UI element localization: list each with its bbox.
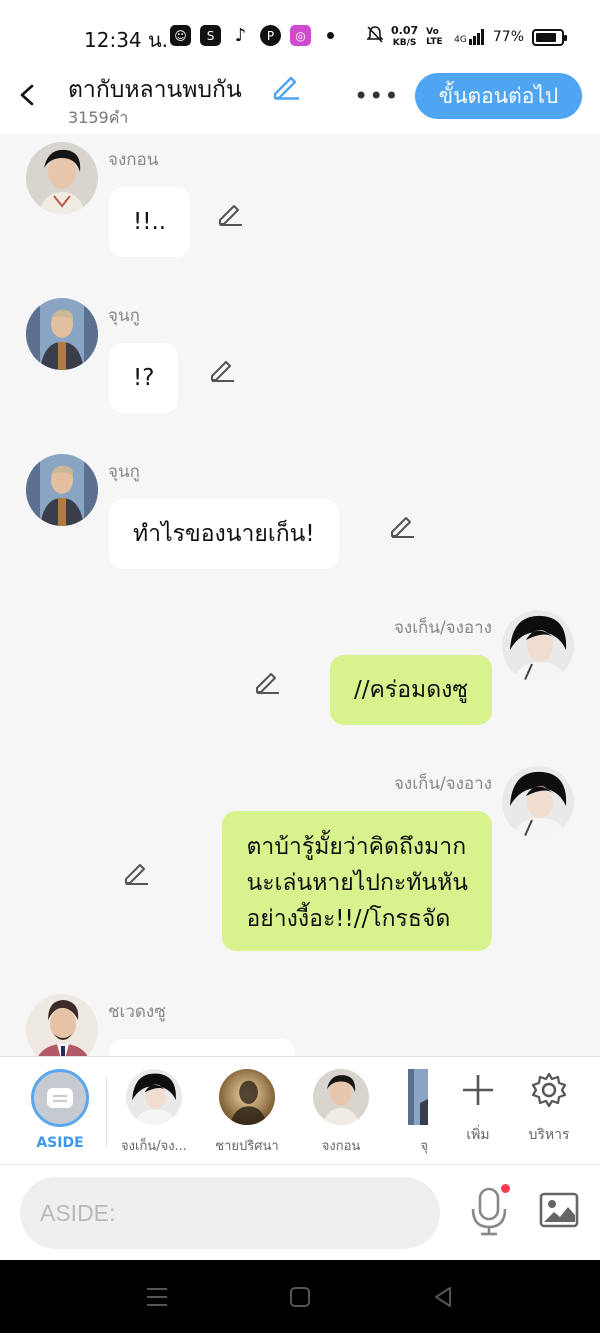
edit-message-pencil-icon[interactable] [216,200,244,228]
manage-gear-icon[interactable] [530,1071,568,1109]
message-bubble[interactable]: ตาบ้ารู้มั้ยว่าคิดถึงมาก นะเล่นหายไปกะทั… [222,811,492,951]
line-icon: ☺ [170,25,191,46]
battery-percent: 77% [492,29,524,45]
edit-message-pencil-icon[interactable] [122,859,150,887]
sender-name: จงเก็น/จงอาง [393,618,492,638]
character-label: จงเก็น/จง... [121,1139,187,1154]
next-step-button[interactable]: ขั้นตอนต่อไป [415,73,582,119]
message-bubble[interactable]: !? [109,343,179,413]
message-bubble[interactable]: !!.. [109,187,191,257]
volte-icon: Vo LTE [426,27,443,47]
avatar-jonggen[interactable] [502,610,574,682]
image-picker-icon[interactable] [538,1191,580,1231]
add-plus-icon[interactable] [459,1071,497,1109]
back-triangle-icon[interactable] [430,1284,456,1310]
aside-chat-icon [47,1088,73,1108]
avatar-choidongsu[interactable] [26,994,98,1056]
back-arrow-icon[interactable] [16,80,40,110]
net-speed: 0.07 KB/S [391,24,419,48]
mute-bell-icon [366,26,384,48]
character-label: จุ [420,1139,428,1154]
notification-dot-icon [327,32,334,39]
character-label: ชายปริศนา [215,1139,279,1154]
pinterest-icon: P [260,25,281,46]
edit-message-pencil-icon[interactable] [208,356,236,384]
aside-label: ASIDE [36,1135,84,1151]
avatar-jungu[interactable] [26,454,98,526]
sender-name: ชเวดงซู [108,1002,166,1022]
add-label[interactable]: เพิ่ม [443,1124,513,1146]
sender-name: จุนกู [108,462,140,482]
input-bar [0,1164,600,1260]
character-avatar-mystery-man[interactable] [219,1069,275,1125]
mic-badge-dot [501,1184,510,1193]
status-right: 0.07 KB/S Vo LTE 4G 77% [366,24,567,49]
avatar-jonggen[interactable] [502,766,574,838]
aside-character-button[interactable] [31,1069,89,1127]
divider [106,1077,107,1147]
character-bar: ASIDE จงเก็น/จง... ชายปริศนา จงกอน จุ เพ… [0,1056,600,1164]
more-options-icon[interactable]: ••• [354,82,399,110]
instagram-icon: ◎ [290,25,311,46]
story-title: ตากับหลานพบกัน [68,77,242,103]
recent-apps-icon[interactable] [144,1284,170,1310]
status-time: 12:34 น. [84,28,169,52]
system-nav-bar [0,1260,600,1333]
shopee-icon: S [200,25,221,46]
home-icon[interactable] [287,1284,313,1310]
signal-icon [468,29,484,45]
manage-label[interactable]: บริหาร [514,1124,584,1146]
status-bar: 12:34 น. ☺ S ♪ P ◎ 0.07 KB/S Vo LTE 4G 7… [0,0,600,72]
aside-text-input[interactable] [20,1177,440,1249]
sender-name: จงเก็น/จงอาง [393,774,492,794]
battery-icon [532,28,567,46]
character-label: จงกอน [321,1139,361,1154]
network-type: 4G [454,29,485,45]
character-avatar-jungu[interactable] [408,1069,428,1125]
avatar-jungu[interactable] [26,298,98,370]
status-app-icons: ☺ S ♪ P ◎ [170,25,311,46]
edit-title-pencil-icon[interactable] [271,72,301,100]
edit-message-pencil-icon[interactable] [388,512,416,540]
message-bubble[interactable] [109,1039,295,1056]
word-count: 3159คำ [68,108,129,127]
chat-area[interactable]: จงกอน !!.. จุนกู !? จุนกู ทำไรของนายเก็น… [0,134,600,1056]
message-bubble[interactable]: ทำไรของนายเก็น! [109,499,339,569]
character-avatar-jonggun[interactable] [313,1069,369,1125]
message-bubble[interactable]: //คร่อมดงซู [330,655,492,725]
sender-name: จงกอน [108,150,159,170]
tiktok-icon: ♪ [230,25,251,46]
edit-message-pencil-icon[interactable] [253,668,281,696]
character-avatar-jonggen[interactable] [126,1069,182,1125]
app-header: ตากับหลานพบกัน 3159คำ ••• ขั้นตอนต่อไป [0,72,600,134]
avatar-jonggun[interactable] [26,142,98,214]
sender-name: จุนกู [108,306,140,326]
